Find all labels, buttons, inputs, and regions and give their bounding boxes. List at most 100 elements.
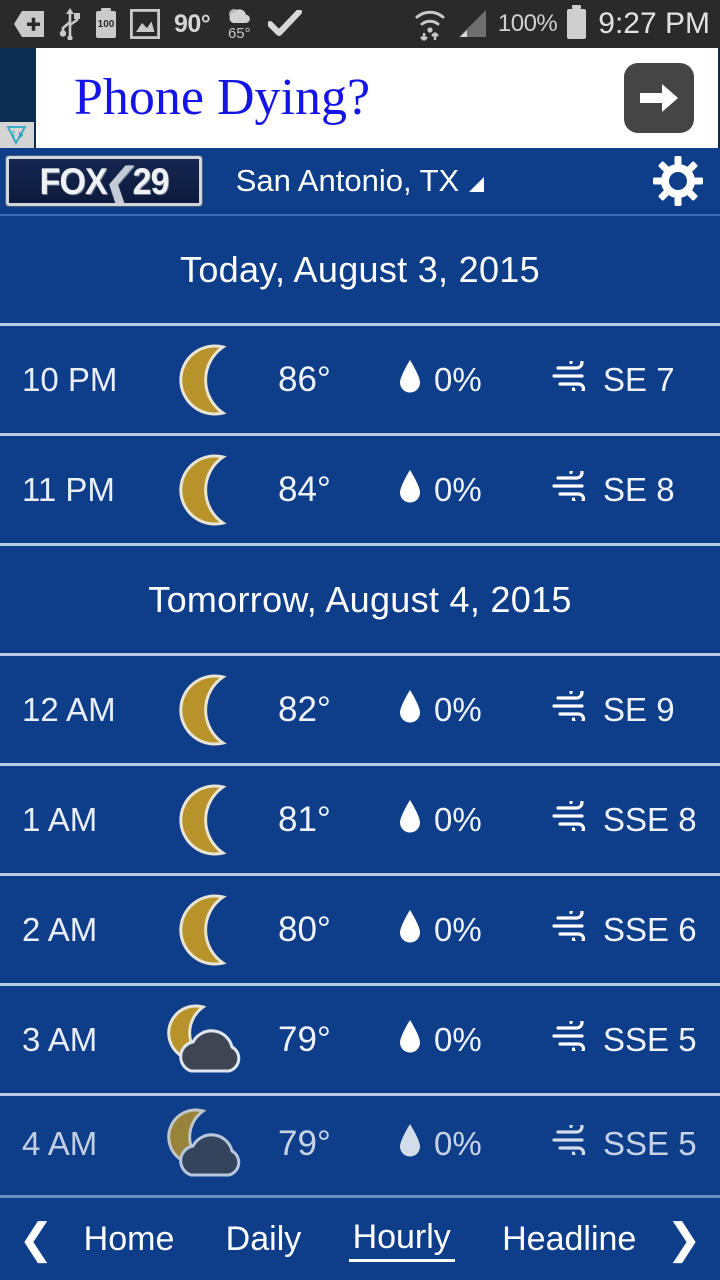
wind-icon [552,464,590,509]
settings-button[interactable] [652,155,704,207]
hour-precipitation: 0% [398,1123,548,1165]
ad-banner[interactable]: Phone Dying? [0,48,720,148]
wind-icon [552,354,590,399]
screenshot-icon [130,9,160,39]
wind-icon [552,1014,590,1059]
adchoices-icon[interactable] [0,122,34,148]
day-section-label: Today, August 3, 2015 [180,248,540,290]
location-selector[interactable]: San Antonio, TX [235,162,485,198]
hour-time-label: 2 AM [22,910,98,948]
status-weather-temp: 90° [174,9,211,38]
moon-icon [150,451,270,529]
app-header: FOX❮29 San Antonio, TX [0,148,720,216]
dropdown-triangle-icon [469,177,485,193]
hour-precipitation: 0% [398,909,548,951]
moon-icon [150,341,270,419]
water-droplet-icon [398,359,422,401]
wind-icon [552,794,590,839]
hour-temperature-label: 82° [278,689,331,729]
ad-headline: Phone Dying? [74,69,371,126]
hour-wind-label: SSE 8 [603,800,697,838]
hour-precipitation-label: 0% [434,910,482,948]
hour-temperature-label: 80° [278,909,331,949]
hour-time-label: 3 AM [22,1020,98,1058]
moon-icon [150,891,270,969]
hour-wind: SSE 5 [548,1119,720,1163]
moon-cloud-icon [150,1107,270,1181]
status-weather-widget: 65° [224,7,254,41]
status-clock: 9:27 PM [598,7,710,40]
tab-hourly[interactable]: Hourly [348,1216,455,1262]
chevron-left-icon[interactable]: ❮ [14,1218,58,1260]
usb-icon [58,8,82,40]
tab-home[interactable]: Home [80,1218,179,1261]
wifi-data-transfer-icon [414,7,446,41]
day-section-header: Tomorrow, August 4, 2015 [0,546,720,656]
hour-wind: SSE 6 [548,904,720,949]
android-status-bar: 100 90° 65° 100% 9:27 PM [0,0,720,48]
cloud-sun-icon [224,7,254,25]
hour-temperature-label: 81° [278,799,331,839]
hour-wind-label: SSE 5 [603,1020,697,1058]
hour-temperature-label: 79° [278,1124,331,1163]
hourly-row[interactable]: 11 PM 84° 0% SE 8 [0,436,720,546]
bottom-navigation: ❮ Home Daily Hourly Headline ❯ [0,1195,720,1280]
hourly-row[interactable]: 4 AM 79° 0% SSE 5 [0,1096,720,1192]
hour-wind: SE 9 [548,684,720,729]
hour-time-label: 10 PM [22,360,118,398]
hour-precipitation-label: 0% [434,1125,482,1162]
hour-precipitation-label: 0% [434,360,482,398]
moon-icon [150,781,270,859]
fox29-logo: FOX❮29 [6,156,202,206]
hour-temperature-label: 86° [278,359,331,399]
tab-headline[interactable]: Headline [498,1218,640,1261]
water-droplet-icon [398,1019,422,1061]
wind-icon [552,904,590,949]
hour-wind: SSE 8 [548,794,720,839]
hour-wind-label: SSE 6 [603,910,697,948]
hour-precipitation-label: 0% [434,800,482,838]
water-droplet-icon [398,469,422,511]
status-bar-right-icons: 100% 9:27 PM [414,5,710,41]
hourly-row[interactable]: 10 PM 86° 0% SE 7 [0,326,720,436]
hour-precipitation-label: 0% [434,1020,482,1058]
water-droplet-icon [398,689,422,731]
hourly-row[interactable]: 3 AM 79° 0% SSE 5 [0,986,720,1096]
water-droplet-icon [398,799,422,841]
hour-wind-label: SSE 5 [603,1125,697,1162]
hour-time-label: 11 PM [22,470,115,508]
hour-wind: SE 7 [548,354,720,399]
day-section-label: Tomorrow, August 4, 2015 [148,578,572,620]
hour-wind: SSE 5 [548,1014,720,1059]
status-weather-low: 65° [227,25,251,42]
hourly-row[interactable]: 2 AM 80° 0% SSE 6 [0,876,720,986]
battery-100-icon: 100 [96,7,116,38]
logo-fox-label: FOX [39,160,107,202]
hour-precipitation-label: 0% [434,470,482,508]
hour-wind-label: SE 8 [603,470,675,508]
day-section-header: Today, August 3, 2015 [0,216,720,326]
fox29-logo-text: FOX❮29 [39,160,169,203]
wind-icon [552,1119,590,1163]
hour-precipitation: 0% [398,469,548,511]
arrow-right-icon [638,81,680,115]
hourly-forecast-list[interactable]: Today, August 3, 2015 10 PM 86° 0% SE 7 11 PM… [0,216,720,1195]
hourly-row[interactable]: 1 AM 81° 0% SSE 8 [0,766,720,876]
hourly-row[interactable]: 12 AM 82° 0% SE 9 [0,656,720,766]
hour-wind-label: SE 9 [603,690,675,728]
hour-wind: SE 8 [548,464,720,509]
hour-time-label: 1 AM [22,800,98,838]
battery-percent-label: 100% [497,10,558,37]
chevron-right-icon[interactable]: ❯ [662,1218,706,1260]
moon-icon [150,671,270,749]
location-label: San Antonio, TX [235,162,460,198]
nav-tab-group: Home Daily Hourly Headline [58,1216,662,1262]
sd-card-icon [14,11,44,37]
hour-time-label: 4 AM [22,1125,98,1162]
cellular-signal-icon [456,9,488,39]
tab-daily[interactable]: Daily [222,1218,306,1261]
ad-cta-button[interactable] [624,63,694,133]
moon-cloud-icon [150,1003,270,1077]
battery-full-icon [567,5,587,39]
gear-icon [652,155,704,207]
